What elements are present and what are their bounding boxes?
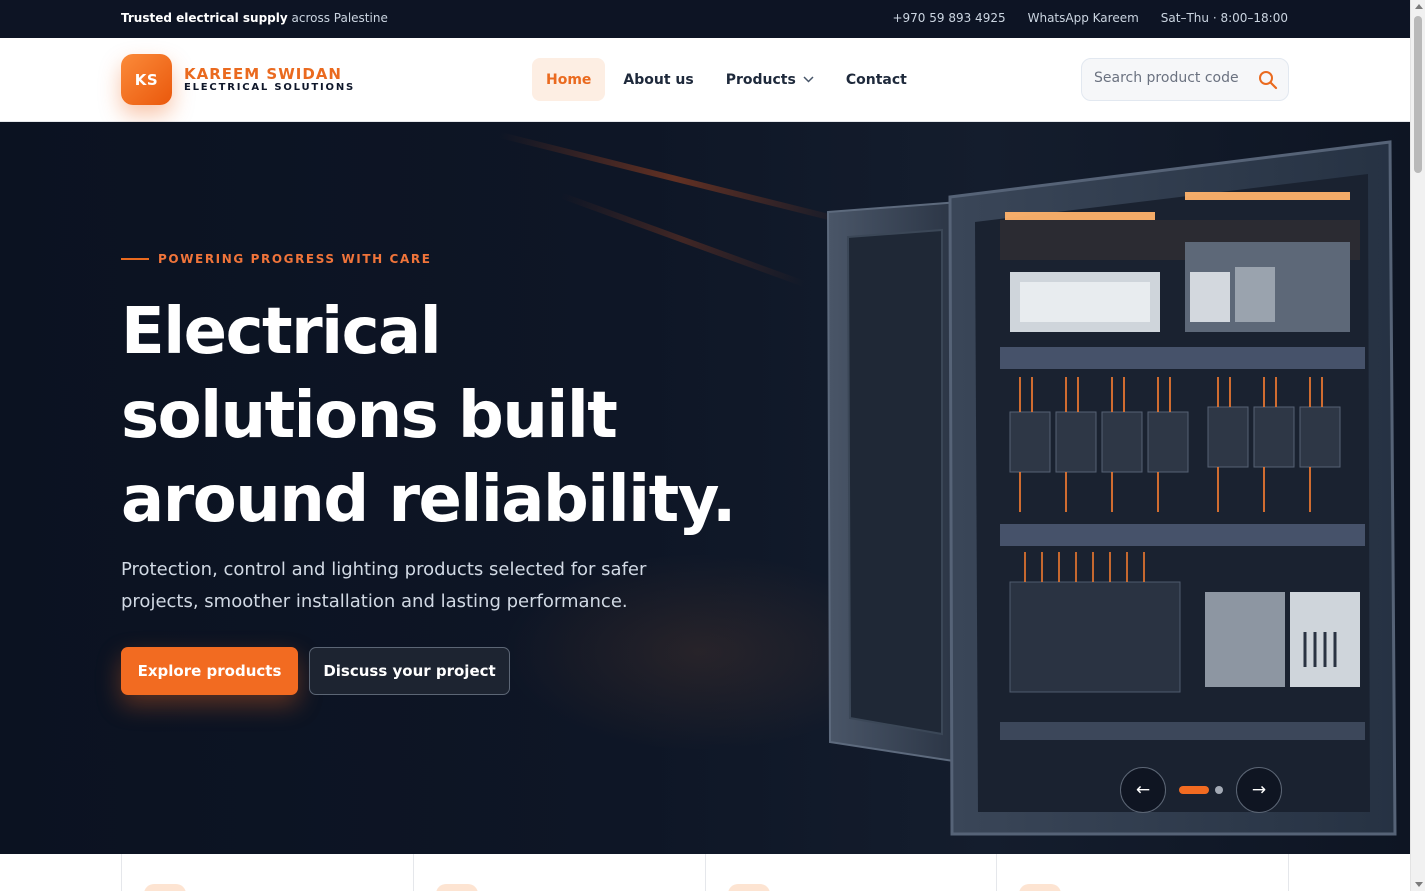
slider-dot-active[interactable]	[1179, 786, 1209, 794]
top-bar: Trusted electrical supply across Palesti…	[0, 0, 1410, 38]
nav-home[interactable]: Home	[532, 58, 606, 101]
feature-card	[997, 854, 1288, 891]
scroll-thumb[interactable]	[1414, 16, 1422, 173]
feature-icon	[727, 884, 770, 891]
feature-icon	[144, 884, 186, 891]
feature-icon	[1019, 884, 1062, 891]
nav-contact[interactable]: Contact	[832, 58, 921, 101]
hero-cabinet-image	[826, 140, 1397, 836]
topbar-hours: Sat–Thu · 8:00–18:00	[1160, 11, 1288, 25]
chevron-down-icon	[803, 73, 814, 86]
hero-section: POWERING PROGRESS WITH CARE Electrical s…	[0, 122, 1410, 854]
search-box	[1081, 58, 1289, 101]
nav-products[interactable]: Products	[712, 58, 828, 101]
feature-card	[706, 854, 998, 891]
topbar-contact: +970 59 893 4925 WhatsApp Kareem Sat–Thu…	[892, 11, 1288, 25]
slider-dot[interactable]	[1215, 786, 1223, 794]
nav-products-label: Products	[725, 71, 796, 88]
brand-subtitle: ELECTRICAL SOLUTIONS	[184, 82, 355, 93]
feature-card	[122, 854, 414, 891]
hero-eyebrow-text: POWERING PROGRESS WITH CARE	[158, 252, 432, 266]
topbar-phone-link[interactable]: +970 59 893 4925	[892, 11, 1005, 25]
nav-about-us[interactable]: About us	[609, 58, 707, 101]
feature-icon	[435, 884, 478, 891]
hero-description: Protection, control and lighting product…	[121, 559, 647, 612]
hero-ceiling-beam	[499, 132, 851, 226]
slider-next-button[interactable]: →	[1236, 767, 1282, 813]
discuss-project-button[interactable]: Discuss your project	[309, 647, 510, 695]
explore-products-button[interactable]: Explore products	[121, 647, 298, 695]
scroll-up-arrow-icon[interactable]	[1415, 4, 1423, 9]
scroll-down-arrow-icon[interactable]	[1415, 882, 1423, 887]
feature-strip	[121, 854, 1289, 891]
brand-name[interactable]: KAREEM SWIDAN	[184, 65, 342, 83]
search-icon[interactable]	[1258, 70, 1278, 90]
slider-prev-button[interactable]: ←	[1120, 767, 1166, 813]
feature-card	[414, 854, 706, 891]
topbar-whatsapp-link[interactable]: WhatsApp Kareem	[1028, 11, 1139, 25]
tagline-rest: across Palestine	[287, 11, 388, 25]
search-input[interactable]	[1094, 70, 1244, 86]
hero-title: Electrical solutions built around reliab…	[121, 295, 736, 537]
tagline-bold: Trusted electrical supply	[121, 11, 288, 25]
logo-badge[interactable]: KS	[121, 54, 172, 105]
hero-eyebrow: POWERING PROGRESS WITH CARE	[121, 252, 432, 266]
main-nav: Home About us Products Contact	[532, 58, 921, 101]
page-scrollbar[interactable]	[1410, 0, 1425, 891]
hero-ceiling-beam	[558, 192, 806, 287]
site-header: KS KAREEM SWIDAN ELECTRICAL SOLUTIONS Ho…	[0, 38, 1410, 122]
eyebrow-dash	[121, 258, 149, 260]
topbar-tagline: Trusted electrical supply across Palesti…	[121, 11, 388, 25]
